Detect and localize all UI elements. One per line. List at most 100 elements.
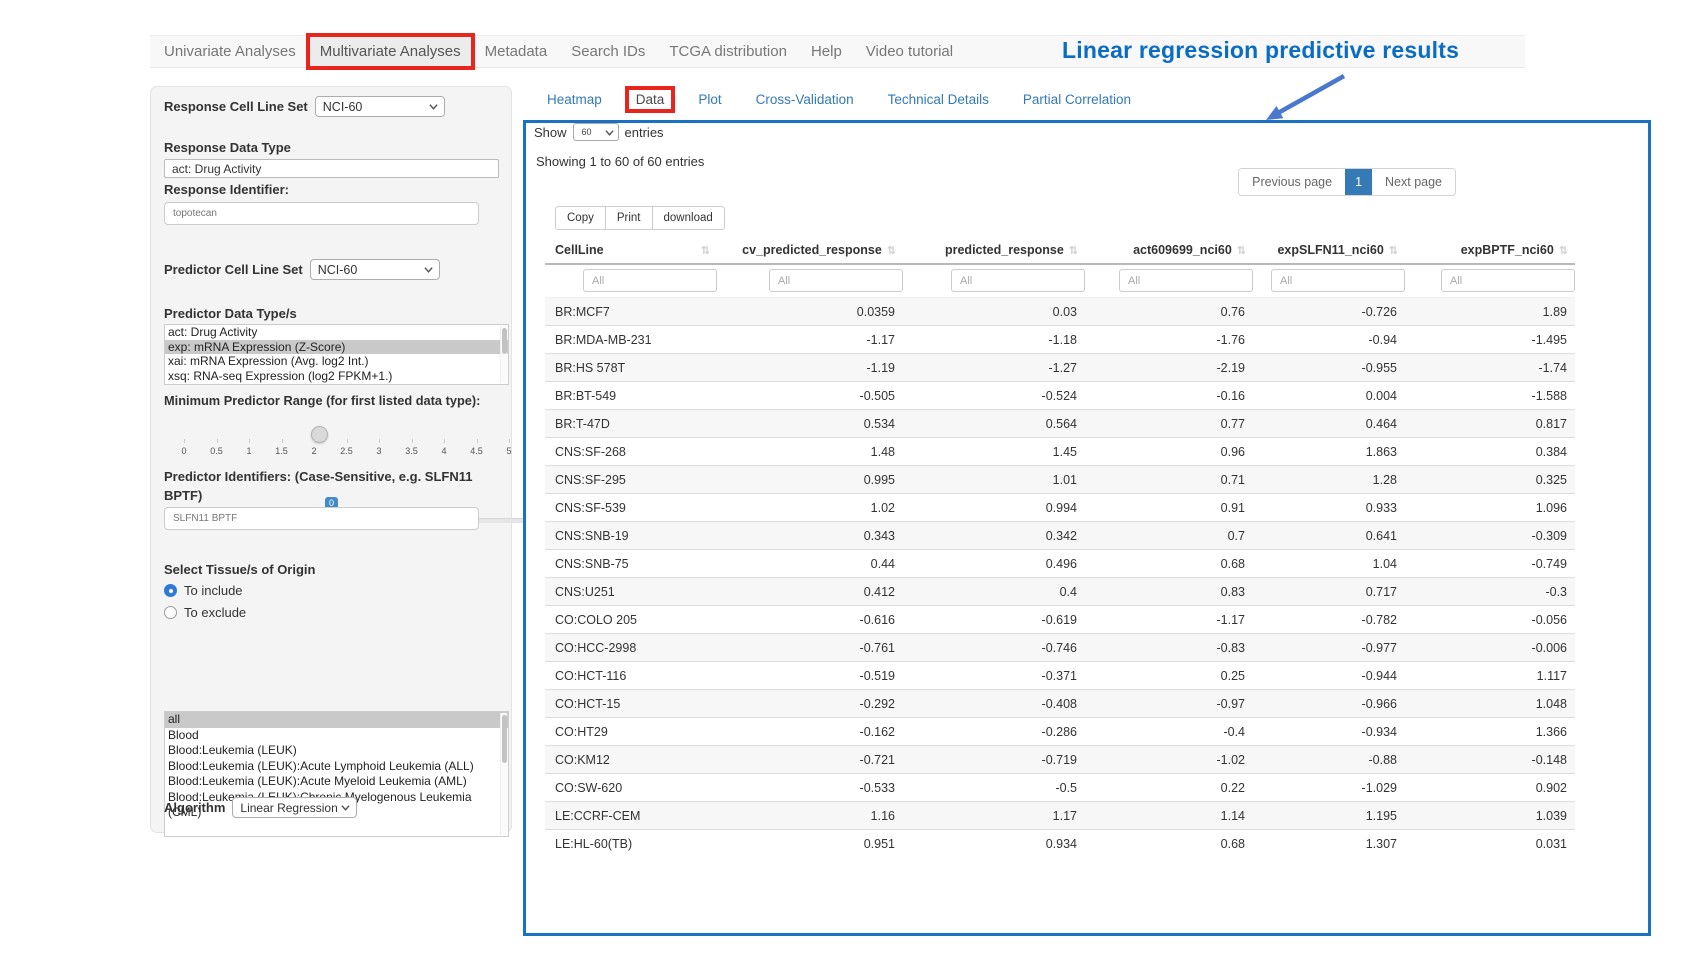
value-cell: 0.325 [1405,466,1575,494]
column-header-cellline[interactable]: CellLine⇅ [545,237,717,264]
column-filter-input-cellline[interactable] [583,269,717,292]
column-header-inner: expBPTF_nci60⇅ [1415,243,1567,257]
column-filter-input-expbptf_nci60[interactable] [1441,269,1575,292]
algorithm-select[interactable]: Linear Regression [232,797,356,818]
tissue-origin-label: Select Tissue/s of Origin [164,562,315,577]
nav-item-multivariate-analyses[interactable]: Multivariate Analyses [308,36,473,67]
value-cell: 1.28 [1253,466,1405,494]
nav-item-search-ids[interactable]: Search IDs [559,36,657,67]
show-entries-select[interactable]: 60 [573,123,619,141]
nav-item-video-tutorial[interactable]: Video tutorial [854,36,965,67]
value-cell: 1.039 [1405,802,1575,830]
value-cell: -0.721 [717,746,903,774]
value-cell: 0.22 [1085,774,1253,802]
download-button[interactable]: download [652,206,725,230]
previous-page-button[interactable]: Previous page [1239,169,1345,195]
column-filter-input-cv_predicted_response[interactable] [769,269,903,292]
nav-item-metadata[interactable]: Metadata [473,36,560,67]
listbox-option[interactable]: Blood:Leukemia (LEUK) [165,743,508,759]
column-header-act609699_nci60[interactable]: act609699_nci60⇅ [1085,237,1253,264]
column-header-expbptf_nci60[interactable]: expBPTF_nci60⇅ [1405,237,1575,264]
predictor-data-types-listbox[interactable]: act: Drug Activityexp: mRNA Expression (… [164,324,509,385]
entries-label: entries [625,125,664,140]
listbox-scrollbar[interactable] [500,713,507,835]
listbox-option[interactable]: xsq: RNA-seq Expression (log2 FPKM+1.) [165,369,508,384]
tissue-include-radio[interactable]: To include [164,583,243,598]
response-cell-line-set-select[interactable]: NCI-60 [315,96,445,117]
current-page-button[interactable]: 1 [1345,169,1372,195]
response-identifier-input[interactable]: topotecan [164,202,479,225]
column-filter-input-expslfn11_nci60[interactable] [1271,269,1405,292]
value-cell: 0.77 [1085,410,1253,438]
nav-item-help[interactable]: Help [799,36,854,67]
sort-arrows-icon: ⇅ [887,244,895,257]
value-cell: 1.14 [1085,802,1253,830]
value-cell: 0.817 [1405,410,1575,438]
cellline-cell: CO:SW-620 [545,774,717,802]
value-cell: 0.44 [717,550,903,578]
value-cell: 0.934 [903,830,1085,858]
sort-arrows-icon: ⇅ [1069,244,1077,257]
value-cell: -0.94 [1253,326,1405,354]
value-cell: -1.17 [717,326,903,354]
column-header-cv_predicted_response[interactable]: cv_predicted_response⇅ [717,237,903,264]
slider-tickmark [217,439,218,443]
tab-cross-validation[interactable]: Cross-Validation [754,88,856,111]
column-filter-cell [717,264,903,298]
copy-button[interactable]: Copy [555,206,606,230]
value-cell: -1.495 [1405,326,1575,354]
slider-tickmark [314,439,315,443]
predictor-cell-line-set-select[interactable]: NCI-60 [310,259,440,280]
value-cell: 1.16 [717,802,903,830]
tissue-listbox[interactable]: allBloodBlood:Leukemia (LEUK)Blood:Leuke… [164,711,509,837]
chevron-down-icon [341,803,350,812]
value-cell: 1.048 [1405,690,1575,718]
tab-technical-details[interactable]: Technical Details [886,88,991,111]
response-data-type-select[interactable]: act: Drug Activity [164,159,499,178]
nav-item-tcga-distribution[interactable]: TCGA distribution [657,36,799,67]
listbox-option[interactable]: act: Drug Activity [165,325,508,340]
listbox-option[interactable]: all [165,712,508,728]
value-cell: -1.02 [1085,746,1253,774]
cellline-cell: CNS:SF-539 [545,494,717,522]
value-cell: 0.71 [1085,466,1253,494]
listbox-option[interactable]: Blood [165,728,508,744]
column-header-label: act609699_nci60 [1133,243,1232,257]
value-cell: -0.408 [903,690,1085,718]
predictor-identifiers-input[interactable]: SLFN11 BPTF [164,507,479,530]
listbox-scrollbar[interactable] [500,326,507,383]
slider-tickmark [249,439,250,443]
sort-arrows-icon: ⇅ [1389,244,1397,257]
table-row: CO:HCT-116-0.519-0.3710.25-0.9441.117 [545,662,1575,690]
nav-item-univariate-analyses[interactable]: Univariate Analyses [152,36,308,67]
slider-tick-label: 4 [441,446,446,456]
listbox-option[interactable]: Blood:Leukemia (LEUK):Acute Myeloid Leuk… [165,774,508,790]
tab-data[interactable]: Data [634,88,667,111]
table-row: CNS:U2510.4120.40.830.717-0.3 [545,578,1575,606]
listbox-option[interactable]: exp: mRNA Expression (Z-Score) [165,340,508,355]
value-cell: 0.933 [1253,494,1405,522]
tab-plot[interactable]: Plot [696,88,723,111]
table-row: BR:MCF70.03590.030.76-0.7261.89 [545,298,1575,326]
table-body: BR:MCF70.03590.030.76-0.7261.89BR:MDA-MB… [545,298,1575,858]
print-button[interactable]: Print [605,206,653,230]
column-filter-input-act609699_nci60[interactable] [1119,269,1253,292]
cellline-cell: CNS:SNB-75 [545,550,717,578]
listbox-option[interactable]: xai: mRNA Expression (Avg. log2 Int.) [165,354,508,369]
cellline-cell: CO:HT29 [545,718,717,746]
tissue-exclude-radio[interactable]: To exclude [164,605,246,620]
algorithm-value: Linear Regression [240,801,337,815]
tab-heatmap[interactable]: Heatmap [545,88,604,111]
cellline-cell: BR:MCF7 [545,298,717,326]
cellline-cell: CO:COLO 205 [545,606,717,634]
tissue-include-label: To include [184,583,243,598]
slider-tick-label: 0 [181,446,186,456]
value-cell: -1.029 [1253,774,1405,802]
column-header-expslfn11_nci60[interactable]: expSLFN11_nci60⇅ [1253,237,1405,264]
next-page-button[interactable]: Next page [1372,169,1455,195]
column-header-predicted_response[interactable]: predicted_response⇅ [903,237,1085,264]
column-filter-input-predicted_response[interactable] [951,269,1085,292]
listbox-option[interactable]: Blood:Leukemia (LEUK):Acute Lymphoid Leu… [165,759,508,775]
value-cell: 0.68 [1085,830,1253,858]
tab-partial-correlation[interactable]: Partial Correlation [1021,88,1133,111]
